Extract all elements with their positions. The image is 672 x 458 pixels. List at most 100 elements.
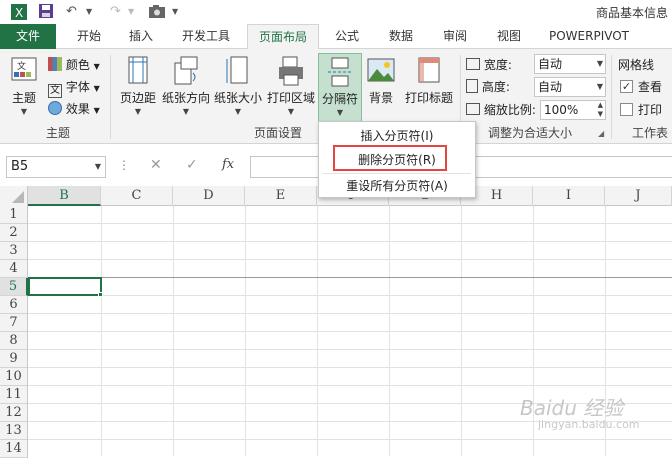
enter-icon[interactable]: ✓ <box>186 157 198 173</box>
chevron-down-icon: ▼ <box>596 59 603 68</box>
tab-file[interactable]: 文件 <box>0 24 56 49</box>
gridlines-view-label: 查看 <box>638 80 663 94</box>
name-box-value: B5 <box>11 159 29 174</box>
size-button[interactable]: 纸张大小 ▼ <box>212 53 264 121</box>
ribbon-tab-bar: 文件 开始 插入 开发工具 页面布局 公式 数据 审阅 视图 POWERPIVO… <box>0 24 672 50</box>
print-titles-icon <box>418 57 440 83</box>
window-title: 商品基本信息 <box>595 6 668 20</box>
scale-label: 缩放比例: <box>466 100 536 120</box>
customize-toolbar-icon[interactable]: ▼ <box>172 3 178 21</box>
name-box[interactable]: B5 ▼ <box>6 156 106 178</box>
redo-dropdown-icon[interactable]: ▼ <box>128 3 134 21</box>
column-header-j[interactable]: J <box>605 186 672 206</box>
tab-developer[interactable]: 开发工具 <box>170 24 242 49</box>
row-header-10[interactable]: 10 <box>0 368 28 386</box>
effects-button[interactable]: 效果 ▼ <box>48 99 100 119</box>
width-label-text: 宽度: <box>483 58 512 72</box>
fonts-label: 字体 <box>65 80 90 94</box>
row-header-1[interactable]: 1 <box>0 206 28 224</box>
tab-home[interactable]: 开始 <box>62 24 116 49</box>
undo-dropdown-icon[interactable]: ▼ <box>86 3 92 21</box>
save-icon[interactable] <box>38 3 54 21</box>
print-titles-button[interactable]: 打印标题 <box>402 53 456 121</box>
margins-button[interactable]: 页边距 ▼ <box>116 53 160 121</box>
selected-cell[interactable] <box>28 277 102 296</box>
themes-button[interactable]: 文 主题 ▼ <box>4 53 44 121</box>
tab-insert[interactable]: 插入 <box>118 24 164 49</box>
background-button[interactable]: 背景 <box>362 53 400 121</box>
reset-all-page-breaks-item[interactable]: 重设所有分页符(A) <box>319 175 475 197</box>
theme-group-label: 主题 <box>45 126 70 140</box>
camera-icon[interactable] <box>148 3 166 21</box>
gridline <box>28 385 672 386</box>
dialog-launcher-icon[interactable]: ◢ <box>598 129 604 138</box>
fonts-button[interactable]: 文 字体 ▼ <box>48 77 100 98</box>
quick-access-toolbar: X ↶ ▼ ↷ ▼ ▼ 商品基本信息 <box>0 0 672 24</box>
column-header-d[interactable]: D <box>173 186 245 206</box>
gridlines-print-checkbox[interactable] <box>620 103 633 116</box>
colors-icon <box>48 57 62 71</box>
tab-data[interactable]: 数据 <box>378 24 424 49</box>
tab-powerpivot[interactable]: POWERPIVOT <box>540 24 638 49</box>
row-header-8[interactable]: 8 <box>0 332 28 350</box>
row-header-3[interactable]: 3 <box>0 242 28 260</box>
breaks-button[interactable]: 分隔符 ▼ <box>318 53 362 123</box>
fonts-icon: 文 <box>48 84 62 98</box>
gridlines-view-checkbox[interactable]: ✓ <box>620 80 633 93</box>
tab-review[interactable]: 审阅 <box>432 24 478 49</box>
more-options-icon[interactable]: ⋮ <box>118 158 130 172</box>
row-header-9[interactable]: 9 <box>0 350 28 368</box>
width-icon <box>466 58 480 70</box>
cancel-icon[interactable]: ✕ <box>150 157 162 173</box>
gridline <box>28 295 672 296</box>
orientation-button[interactable]: 纸张方向 ▼ <box>160 53 212 121</box>
insert-function-icon[interactable]: fx <box>222 157 234 172</box>
breaks-label: 分隔符 <box>321 92 358 106</box>
height-select[interactable]: 自动 ▼ <box>534 77 606 97</box>
page-setup-group-label: 页面设置 <box>253 126 302 140</box>
gridline <box>28 313 672 314</box>
row-header-2[interactable]: 2 <box>0 224 28 242</box>
width-select[interactable]: 自动 ▼ <box>534 54 606 74</box>
gridline <box>28 367 672 368</box>
column-header-b[interactable]: B <box>28 186 101 206</box>
highlight-box <box>333 145 447 171</box>
scale-input[interactable]: 100% ▲ ▼ <box>540 100 606 120</box>
tab-formulas[interactable]: 公式 <box>324 24 370 49</box>
gridline <box>28 223 672 224</box>
select-all-corner[interactable] <box>0 186 28 206</box>
row-header-6[interactable]: 6 <box>0 296 28 314</box>
row-header-5[interactable]: 5 <box>0 278 28 296</box>
tab-view[interactable]: 视图 <box>486 24 532 49</box>
width-value: 自动 <box>538 57 563 71</box>
row-header-11[interactable]: 11 <box>0 386 28 404</box>
row-header-4[interactable]: 4 <box>0 260 28 278</box>
undo-icon[interactable]: ↶ <box>66 3 77 21</box>
svg-text:文: 文 <box>17 60 26 72</box>
column-header-c[interactable]: C <box>101 186 173 206</box>
row-header-14[interactable]: 14 <box>0 440 28 458</box>
colors-button[interactable]: 颜色 ▼ <box>48 55 100 75</box>
chevron-down-icon: ▼ <box>94 162 101 171</box>
effects-caret-icon: ▼ <box>93 106 100 115</box>
fill-handle[interactable] <box>98 292 103 297</box>
print-area-caret-icon: ▼ <box>287 107 295 116</box>
row-header-12[interactable]: 12 <box>0 404 28 422</box>
sheet-options-group-label: 工作表 <box>632 126 669 140</box>
gridline <box>28 259 672 260</box>
column-header-i[interactable]: I <box>533 186 605 206</box>
print-area-icon <box>279 56 303 86</box>
colors-label: 颜色 <box>65 58 90 72</box>
group-separator <box>611 55 612 139</box>
group-separator <box>110 55 111 139</box>
orientation-label: 纸张方向 <box>161 91 210 105</box>
print-area-button[interactable]: 打印区域 ▼ <box>264 53 318 121</box>
colors-caret-icon: ▼ <box>93 62 100 71</box>
redo-icon[interactable]: ↷ <box>110 3 121 21</box>
column-header-e[interactable]: E <box>245 186 317 206</box>
row-header-13[interactable]: 13 <box>0 422 28 440</box>
row-header-7[interactable]: 7 <box>0 314 28 332</box>
insert-page-break-item[interactable]: 插入分页符(I) <box>319 125 475 147</box>
gridline <box>28 349 672 350</box>
tab-page-layout[interactable]: 页面布局 <box>247 24 319 50</box>
